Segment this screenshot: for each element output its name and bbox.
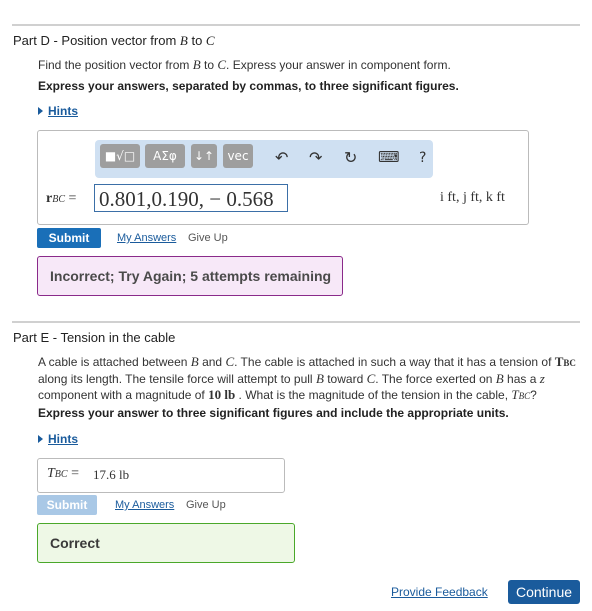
undo-icon[interactable]: ↶ [275,148,288,167]
part-e-give-up-link[interactable]: Give Up [186,499,226,511]
arrows-button[interactable]: ↓↑ [191,144,217,168]
answer-variable-label: TBC = [47,466,79,481]
part-d-submit-button[interactable]: Submit [37,228,101,248]
part-e-my-answers-link[interactable]: My Answers [115,499,174,511]
tension-answer-value: 17.6 lb [93,467,130,482]
provide-feedback-link[interactable]: Provide Feedback [391,585,488,599]
part-d-feedback: Incorrect; Try Again; 5 attempts remaini… [37,256,343,296]
continue-button[interactable]: Continue [508,580,580,604]
greek-symbols-button[interactable]: AΣφ [145,144,185,168]
vector-answer-input[interactable]: 0.801,0.190, − 0.568 [94,184,288,212]
part-e-instruction: Express your answer to three significant… [38,406,509,420]
divider [12,24,580,26]
part-e-prompt: A cable is attached between B and C. The… [38,354,576,402]
part-e-feedback: Correct [37,523,295,563]
caret-right-icon [38,434,43,443]
part-e-hints-link[interactable]: Hints [38,432,78,446]
caret-right-icon [38,106,43,115]
templates-button[interactable]: ■√□ [100,144,140,168]
help-icon[interactable]: ? [419,150,426,166]
part-d-title: Part D - Position vector from B to C [13,33,215,48]
part-d-prompt: Find the position vector from B to C. Ex… [38,57,451,72]
units-label: i ft, j ft, k ft [440,190,505,205]
part-d-my-answers-link[interactable]: My Answers [117,232,176,244]
part-d-instruction: Express your answers, separated by comma… [38,79,459,93]
part-d-give-up-link[interactable]: Give Up [188,232,228,244]
redo-icon[interactable]: ↷ [309,148,322,167]
answer-variable-label: rBC = [46,191,77,206]
part-e-submit-button: Submit [37,495,97,515]
part-e-title: Part E - Tension in the cable [13,330,176,345]
math-toolbar: ■√□ AΣφ ↓↑ vec ↶ ↷ ↻ ⌨ ? [95,140,433,178]
part-d-hints-link[interactable]: Hints [38,104,78,118]
keyboard-icon[interactable]: ⌨ [378,148,400,166]
vec-button[interactable]: vec [223,144,253,168]
divider [12,321,580,323]
reset-icon[interactable]: ↻ [344,148,357,167]
